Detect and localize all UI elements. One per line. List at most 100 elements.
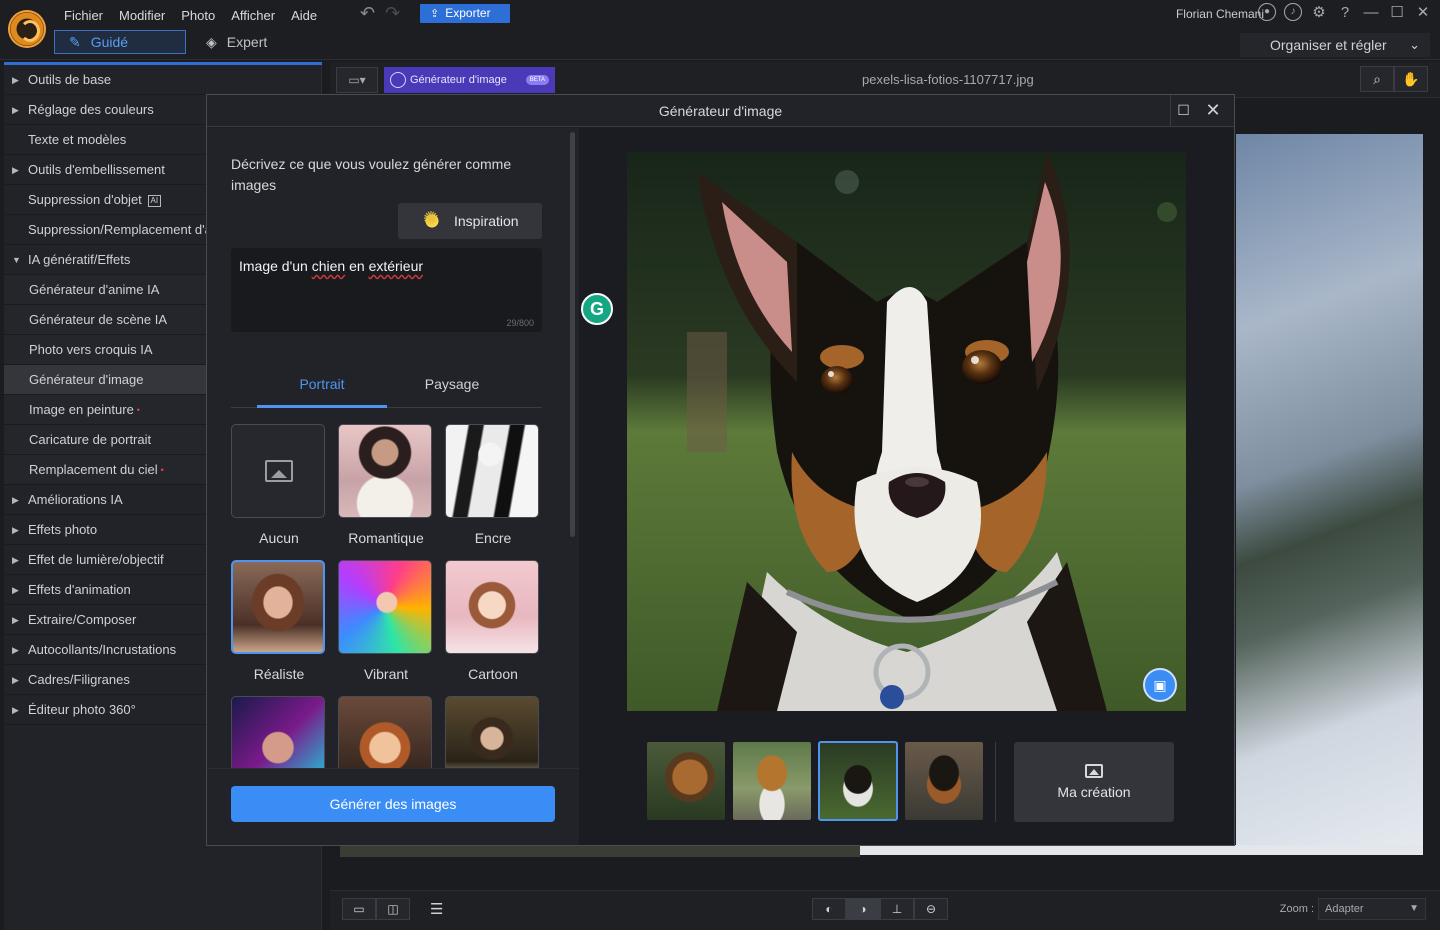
save-image-icon[interactable]: ▣ — [1143, 668, 1177, 702]
menu-fichier[interactable]: Fichier — [56, 6, 111, 25]
export-label: Exporter — [445, 6, 491, 20]
organiser-dropdown[interactable]: Organiser et régler ⌄ — [1240, 33, 1430, 57]
style-peinture[interactable] — [445, 696, 541, 768]
minimize-icon[interactable]: — — [1362, 4, 1380, 21]
sidebar-item-outils-de-base[interactable]: ▶ Outils de base — [4, 65, 321, 95]
sidebar-item-label: Générateur de scène IA — [29, 312, 168, 327]
dialog-header: Générateur d'image ☐ ✕ — [207, 95, 1234, 127]
style-cyberpunk[interactable] — [231, 696, 327, 768]
chevron-down-icon: ⌄ — [1409, 37, 1420, 52]
inspiration-button[interactable]: Inspiration — [398, 202, 542, 239]
notification-icon[interactable]: ♪ — [1284, 3, 1302, 21]
background-photo — [1236, 134, 1423, 854]
menu-modifier[interactable]: Modifier — [111, 6, 173, 25]
menu-afficher[interactable]: Afficher — [223, 6, 283, 25]
dog-image — [627, 152, 1186, 711]
style-cartoon[interactable]: Cartoon — [445, 560, 541, 682]
style-label: Romantique — [348, 530, 424, 546]
zoom-select[interactable]: Adapter ▼ — [1318, 898, 1426, 920]
maximize-icon[interactable]: ☐ — [1170, 95, 1196, 127]
style-romantique[interactable]: Romantique — [338, 424, 434, 546]
grammarly-icon[interactable]: G — [581, 293, 613, 325]
split-view-icon[interactable]: ◫ — [376, 898, 410, 920]
undo-icon[interactable]: ↶ — [360, 3, 375, 24]
style-thumb — [445, 696, 539, 768]
compare-horizontal-icon[interactable]: ⊖ — [914, 898, 948, 920]
chevron-right-icon: ▶ — [12, 645, 19, 655]
style-realiste[interactable]: Réaliste — [231, 560, 327, 682]
chevron-down-icon: ▼ — [12, 255, 21, 265]
divider — [995, 742, 996, 822]
menu-photo[interactable]: Photo — [173, 6, 223, 25]
panel-scrollbar[interactable] — [570, 132, 575, 537]
char-count: 29/800 — [506, 318, 534, 328]
thumbnail-4[interactable] — [905, 742, 983, 820]
thumbnail-3[interactable] — [818, 741, 898, 821]
list-icon[interactable]: ☰ — [430, 900, 443, 918]
dropdown-arrow-icon: ▼ — [1409, 903, 1419, 914]
background-photo-strip — [340, 845, 860, 857]
prompt-text: Image d'un — [239, 258, 312, 274]
close-icon[interactable]: ✕ — [1200, 95, 1226, 127]
style-vibrant[interactable]: Vibrant — [338, 560, 434, 682]
style-aucun[interactable]: Aucun — [231, 424, 327, 546]
style-label: Vibrant — [363, 666, 409, 682]
compare-split-icon[interactable]: ◑ — [846, 898, 880, 920]
chevron-right-icon: ▶ — [12, 75, 19, 85]
mode-guide-label: Guidé — [90, 34, 129, 50]
background-photo-strip — [860, 845, 1423, 855]
settings-icon[interactable]: ⚙ — [1310, 3, 1328, 21]
thumbnail-1[interactable] — [647, 742, 725, 820]
chevron-right-icon: ▶ — [12, 585, 19, 595]
compare-vertical-icon[interactable]: ⊥ — [880, 898, 914, 920]
magic-wand-icon: ✎ — [69, 34, 81, 50]
folder-button[interactable]: ▭▾ — [336, 67, 378, 93]
bottom-toolbar: ▭ ◫ ☰ ◐ ◑ ⊥ ⊖ Zoom : Adapter ▼ — [330, 890, 1440, 930]
help-icon[interactable]: ? — [1336, 4, 1354, 21]
style-encre[interactable]: Encre — [445, 424, 541, 546]
redo-icon[interactable]: ↷ — [385, 3, 400, 24]
prompt-input[interactable]: Image d'un chien en extérieur 29/800 — [231, 248, 542, 332]
menu-aide[interactable]: Aide — [283, 6, 325, 25]
gallery-icon — [1085, 764, 1103, 778]
prompt-text: chien — [311, 258, 346, 274]
style-thumb — [445, 560, 539, 654]
mode-expert-tab[interactable]: ◈ Expert — [206, 34, 267, 51]
beta-badge: BETA — [525, 75, 549, 85]
compare-side-icon[interactable]: ◐ — [812, 898, 846, 920]
chevron-right-icon: ▶ — [12, 705, 19, 715]
image-generator-tab[interactable]: Générateur d'image BETA — [384, 67, 555, 93]
generated-image — [627, 152, 1186, 711]
thumbnail-strip: Ma création — [647, 741, 1174, 822]
single-view-icon[interactable]: ▭ — [342, 898, 376, 920]
new-dot-icon: • — [160, 465, 164, 475]
thumbnail-2[interactable] — [733, 742, 811, 820]
hand-tool-icon[interactable]: ✋ — [1394, 66, 1428, 92]
app-logo — [8, 10, 46, 48]
file-name: pexels-lisa-fotios-1107717.jpg — [862, 72, 1034, 87]
sidebar-item-label: Texte et modèles — [28, 132, 127, 147]
style-thumb — [231, 560, 325, 654]
style-tabs: Portrait Paysage — [231, 372, 542, 408]
mode-guide-tab[interactable]: ✎ Guidé — [54, 30, 186, 54]
sidebar-item-label: Caricature de portrait — [29, 432, 152, 447]
sidebar-item-label: Photo vers croquis IA — [29, 342, 153, 357]
style-3d[interactable] — [338, 696, 434, 768]
close-icon[interactable]: ✕ — [1414, 3, 1432, 21]
style-thumb — [338, 424, 432, 518]
account-icon[interactable]: ● — [1258, 3, 1276, 21]
export-button[interactable]: ⇪ Exporter — [420, 4, 510, 23]
my-creation-button[interactable]: Ma création — [1014, 742, 1174, 822]
new-dot-icon: • — [136, 405, 140, 415]
prompt-text: extérieur — [368, 258, 424, 274]
maximize-icon[interactable]: ☐ — [1388, 3, 1406, 21]
tab-portrait[interactable]: Portrait — [257, 372, 387, 408]
chevron-right-icon: ▶ — [12, 615, 19, 625]
sidebar-item-label: Améliorations IA — [28, 492, 123, 507]
sidebar-item-label: Générateur d'anime IA — [29, 282, 160, 297]
generate-images-button[interactable]: Générer des images — [231, 786, 555, 822]
image-generator-tab-label: Générateur d'image — [410, 74, 507, 86]
tab-paysage[interactable]: Paysage — [387, 372, 517, 396]
zoom-tool-icon[interactable]: ⌕ — [1360, 66, 1394, 92]
image-generator-dialog: Générateur d'image ☐ ✕ Décrivez ce que v… — [206, 94, 1235, 846]
